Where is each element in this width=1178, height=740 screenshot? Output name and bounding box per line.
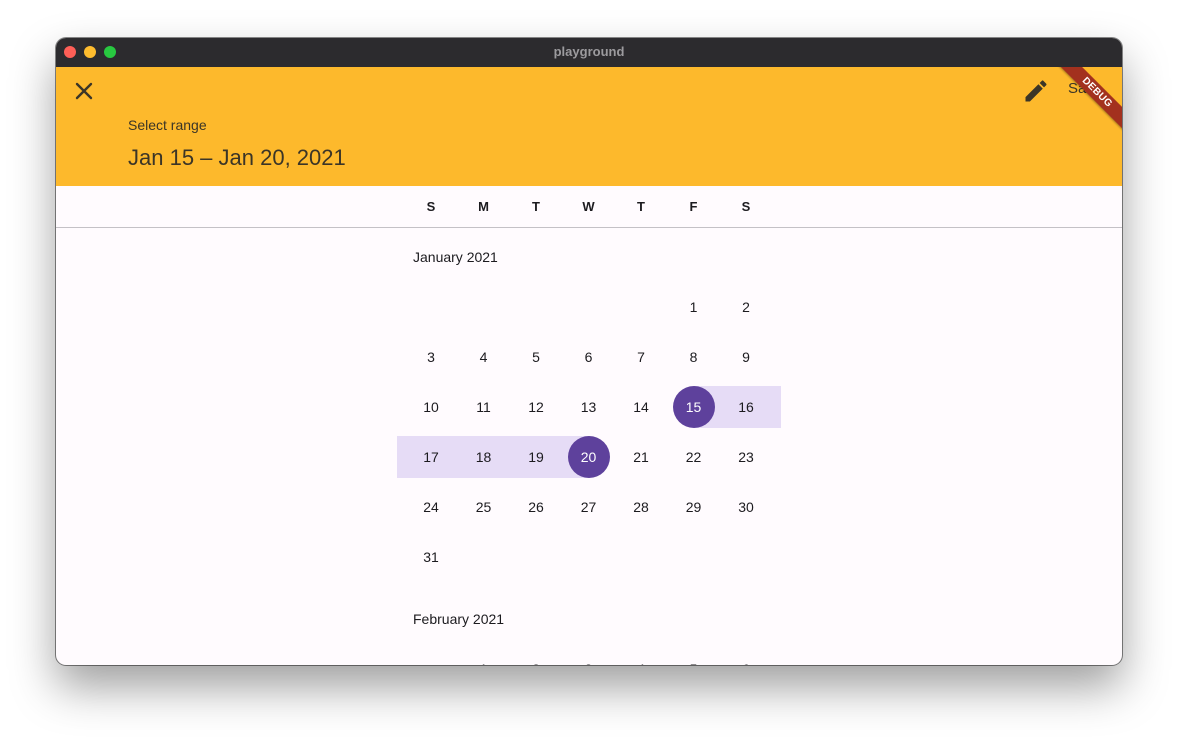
calendar-day[interactable]: 26: [515, 486, 557, 528]
calendar-day[interactable]: 2: [515, 648, 557, 665]
calendar-day[interactable]: 7: [620, 336, 662, 378]
range-start-day[interactable]: 15: [672, 386, 715, 428]
calendar-day[interactable]: 6: [725, 648, 767, 665]
calendar-day[interactable]: 23: [725, 436, 767, 478]
calendar-day[interactable]: 4: [463, 336, 505, 378]
calendar-day[interactable]: 14: [620, 386, 662, 428]
window-title: playground: [553, 44, 625, 59]
close-icon: [75, 82, 93, 100]
weekday-label: T: [637, 199, 645, 214]
weekday-label: W: [582, 199, 595, 214]
calendar-day[interactable]: 5: [673, 648, 715, 665]
weekday-header: SMTWTFS: [56, 186, 1122, 228]
pencil-icon: [1025, 80, 1047, 102]
weekday-label: M: [478, 199, 489, 214]
debug-banner: DEBUG: [1052, 67, 1122, 137]
month-label: January 2021: [413, 249, 498, 265]
calendar-day[interactable]: 24: [410, 486, 452, 528]
calendar-day[interactable]: 8: [673, 336, 715, 378]
calendar-day[interactable]: 1: [673, 286, 715, 328]
calendar-day[interactable]: 4: [620, 648, 662, 665]
weekday-label: T: [532, 199, 540, 214]
calendar-day[interactable]: 9: [725, 336, 767, 378]
month-label: February 2021: [413, 611, 505, 627]
weekday-label: F: [689, 199, 698, 214]
calendar-day[interactable]: 29: [673, 486, 715, 528]
calendar-day[interactable]: 10: [410, 386, 452, 428]
calendar-day[interactable]: 28: [620, 486, 662, 528]
calendar-day[interactable]: 18: [463, 436, 505, 478]
calendar-day[interactable]: 27: [568, 486, 610, 528]
selected-range-text: Jan 15 – Jan 20, 2021: [128, 145, 346, 170]
calendar-day[interactable]: 2: [725, 286, 767, 328]
weekday-label: S: [426, 199, 436, 214]
calendar-day[interactable]: 1: [463, 648, 505, 665]
calendar-day[interactable]: 19: [515, 436, 557, 478]
weekday-label: S: [741, 199, 751, 214]
calendar-day[interactable]: 3: [568, 648, 610, 665]
calendar-day[interactable]: 5: [515, 336, 557, 378]
app-window: playground Save Select range Jan 15 – Ja…: [56, 38, 1122, 665]
select-range-label: Select range: [128, 117, 207, 133]
date-range-picker-header: Save Select range Jan 15 – Jan 20, 2021 …: [56, 67, 1122, 186]
calendar-day[interactable]: 30: [725, 486, 767, 528]
calendar-day[interactable]: 16: [725, 386, 767, 428]
calendar-day[interactable]: 13: [568, 386, 610, 428]
close-button[interactable]: [70, 77, 98, 105]
range-end-day[interactable]: 20: [567, 436, 610, 478]
calendar-day[interactable]: 22: [673, 436, 715, 478]
calendar-day[interactable]: 21: [620, 436, 662, 478]
title-bar: playground: [56, 38, 1122, 68]
calendar-day[interactable]: 6: [568, 336, 610, 378]
calendar-day[interactable]: 3: [410, 336, 452, 378]
calendar-day[interactable]: 17: [410, 436, 452, 478]
edit-button[interactable]: [1022, 77, 1050, 105]
calendar-day[interactable]: 25: [463, 486, 505, 528]
calendar-day[interactable]: 12: [515, 386, 557, 428]
calendar-day[interactable]: 11: [463, 386, 505, 428]
calendar-day[interactable]: 31: [410, 536, 452, 578]
